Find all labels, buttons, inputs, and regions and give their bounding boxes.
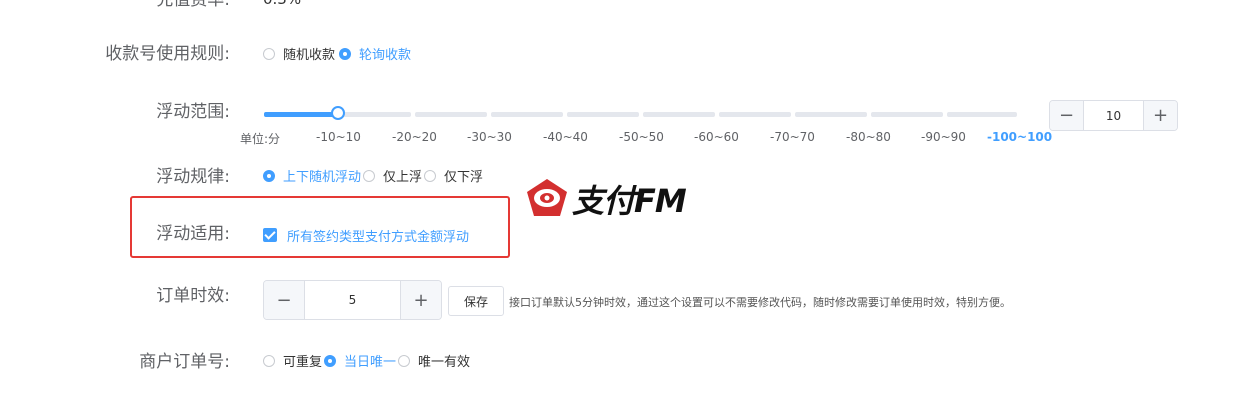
order-expiry-label: 订单时效: [156, 286, 230, 306]
radio-label: 仅上浮 [383, 170, 423, 185]
slider-segment[interactable] [567, 112, 639, 117]
radio-float-up[interactable]: 仅上浮 [363, 166, 422, 185]
increment-button[interactable]: + [400, 281, 441, 319]
slider-segment[interactable] [643, 112, 715, 117]
radio-float-down[interactable]: 仅下浮 [424, 166, 483, 185]
radio-daily-unique[interactable]: 当日唯一 [324, 351, 396, 370]
slider-tick-label[interactable]: -30~30 [467, 130, 512, 144]
fee-rate-value: 0.3% [263, 0, 301, 8]
slider-tick-label[interactable]: -20~20 [392, 130, 437, 144]
save-button[interactable]: 保存 [448, 286, 504, 316]
slider-segment[interactable] [947, 112, 1017, 117]
slider-segment[interactable] [491, 112, 563, 117]
float-apply-checkbox-label[interactable]: 所有签约类型支付方式金额浮动 [287, 226, 469, 245]
float-range-label: 浮动范围: [156, 102, 230, 122]
payee-rule-label: 收款号使用规则: [105, 44, 230, 64]
slider-tick-label[interactable]: -90~90 [921, 130, 966, 144]
increment-button[interactable]: + [1143, 101, 1177, 130]
slider-unit-label: 单位:分 [240, 132, 281, 146]
watermark-logo: 支付FM [524, 176, 687, 222]
radio-dot-icon [363, 169, 376, 182]
order-expiry-hint: 接口订单默认5分钟时效，通过这个设置可以不需要修改代码，随时修改需要订单使用时效… [509, 296, 1011, 309]
slider-segment[interactable] [719, 112, 791, 117]
fee-rate-label: 充值费率: [156, 0, 230, 10]
order-expiry-value-input[interactable]: 5 [305, 281, 400, 319]
slider-tick-label[interactable]: -40~40 [543, 130, 588, 144]
radio-label: 仅下浮 [444, 170, 484, 185]
radio-dot-icon [263, 354, 275, 367]
float-pattern-radio-group: 上下随机浮动 仅上浮 仅下浮 [263, 166, 483, 185]
float-pattern-label: 浮动规律: [156, 167, 230, 187]
brand-logo-icon [527, 179, 567, 216]
radio-dot-icon [424, 169, 437, 182]
slider-fill [264, 112, 340, 117]
decrement-button[interactable]: − [264, 281, 305, 319]
radio-dot-icon [263, 169, 275, 182]
payee-rule-radio-group: 随机收款 轮询收款 [263, 44, 411, 63]
slider-tick-label[interactable]: -80~80 [846, 130, 891, 144]
slider-tick-label[interactable]: -60~60 [694, 130, 739, 144]
radio-dot-icon [339, 47, 352, 60]
radio-random-float[interactable]: 上下随机浮动 [263, 166, 361, 185]
float-range-value-input[interactable]: 10 [1084, 101, 1143, 130]
radio-label: 唯一有效 [418, 355, 471, 370]
watermark-text: 支付FM [572, 182, 687, 220]
radio-label: 随机收款 [283, 48, 336, 63]
float-range-stepper: − 10 + [1049, 100, 1178, 131]
radio-unique-valid[interactable]: 唯一有效 [398, 351, 470, 370]
radio-label: 当日唯一 [344, 355, 397, 370]
slider-segment[interactable] [415, 112, 487, 117]
radio-dot-icon [263, 47, 275, 60]
slider-handle[interactable] [331, 106, 345, 120]
float-apply-label: 浮动适用: [156, 224, 230, 244]
slider-segment[interactable] [795, 112, 867, 117]
radio-repeatable[interactable]: 可重复 [263, 351, 322, 370]
radio-dot-icon [324, 354, 337, 367]
merchant-order-no-radio-group: 可重复 当日唯一 唯一有效 [263, 351, 470, 370]
radio-label: 上下随机浮动 [283, 170, 362, 185]
slider-tick-label[interactable]: -10~10 [316, 130, 361, 144]
slider-segment[interactable] [340, 112, 411, 117]
decrement-button[interactable]: − [1050, 101, 1084, 130]
float-apply-checkbox[interactable] [263, 228, 277, 242]
radio-label: 轮询收款 [359, 48, 412, 63]
radio-random-collect[interactable]: 随机收款 [263, 44, 335, 63]
radio-dot-icon [398, 354, 411, 367]
radio-poll-collect[interactable]: 轮询收款 [339, 44, 411, 63]
slider-tick-label[interactable]: -50~50 [619, 130, 664, 144]
slider-tick-label-active[interactable]: -100~100 [987, 130, 1052, 144]
slider-segment[interactable] [871, 112, 943, 117]
merchant-order-no-label: 商户订单号: [139, 352, 230, 372]
radio-label: 可重复 [283, 355, 323, 370]
slider-tick-label[interactable]: -70~70 [770, 130, 815, 144]
order-expiry-stepper: − 5 + [263, 280, 442, 320]
